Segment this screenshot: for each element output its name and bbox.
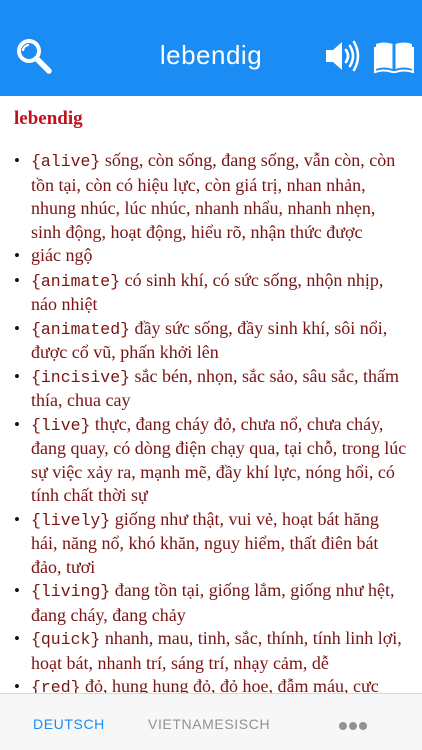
sense-item: • {lively} giống như thật, vui vẻ, hoạt b… [14, 508, 408, 580]
sense-tag: {incisive} [31, 367, 131, 387]
sense-item: • {live} thực, đang cháy đỏ, chưa nổ, chư… [14, 413, 408, 508]
sense-item: • giác ngộ [14, 244, 408, 269]
sense-text: giác ngộ [31, 245, 93, 265]
bullet-icon: • [14, 151, 20, 170]
bullet-icon: • [14, 414, 20, 434]
bullet-icon: • [14, 246, 20, 265]
bullet-icon: • [14, 629, 20, 648]
sense-item: • {animated} đầy sức sống, đầy sinh khí, … [14, 317, 408, 365]
bullet-icon: • [14, 270, 20, 290]
bullet-icon: • [14, 509, 20, 529]
bullet-icon: • [14, 581, 20, 600]
sense-item: • {animate} có sinh khí, có sức sống, nhộ… [14, 269, 408, 317]
navigation-bar: lebendig [0, 0, 422, 96]
sense-tag: {animate} [31, 271, 121, 291]
headword: lebendig [14, 108, 83, 129]
sense-tag: {alive} [31, 152, 101, 171]
sense-tag: {living} [31, 582, 111, 601]
sense-tag: {lively} [31, 510, 111, 530]
tab-deutsch[interactable]: DEUTSCH [33, 716, 105, 732]
more-icon [339, 722, 367, 730]
sense-tag: {live} [31, 415, 91, 435]
sense-tag: {quick} [31, 630, 101, 649]
sense-item: • {incisive} sắc bén, nhọn, sắc sảo, sâu … [14, 365, 408, 413]
sense-item: • {living} đang tồn tại, giống lắm, giống… [14, 579, 408, 627]
sense-tag: {animated} [31, 319, 131, 339]
sense-text: đỏ, hung hung đỏ, đỏ hoe, đẫm máu, cực đ… [85, 676, 379, 693]
bullet-icon: • [14, 677, 20, 693]
sense-tag: {red} [31, 678, 81, 693]
tab-vietnamesisch[interactable]: VIETNAMESISCH [148, 716, 270, 732]
speaker-icon [326, 40, 360, 72]
speaker-button[interactable] [323, 36, 363, 76]
sense-item: • {quick} nhanh, mau, tinh, sắc, thính, t… [14, 627, 408, 675]
entry-content[interactable]: lebendig • {alive} sống, còn sống, đang s… [0, 96, 422, 693]
tab-bar: DEUTSCH VIETNAMESISCH [0, 693, 422, 750]
book-icon [374, 42, 414, 74]
dictionary-button[interactable] [374, 36, 414, 76]
sense-list: • {alive} sống, còn sống, đang sống, vẫn … [14, 149, 408, 693]
bullet-icon: • [14, 318, 20, 338]
bullet-icon: • [14, 366, 20, 386]
sense-item: • {red} đỏ, hung hung đỏ, đỏ hoe, đẫm máu… [14, 675, 408, 693]
more-button[interactable] [338, 718, 368, 734]
sense-item: • {alive} sống, còn sống, đang sống, vẫn … [14, 149, 408, 244]
